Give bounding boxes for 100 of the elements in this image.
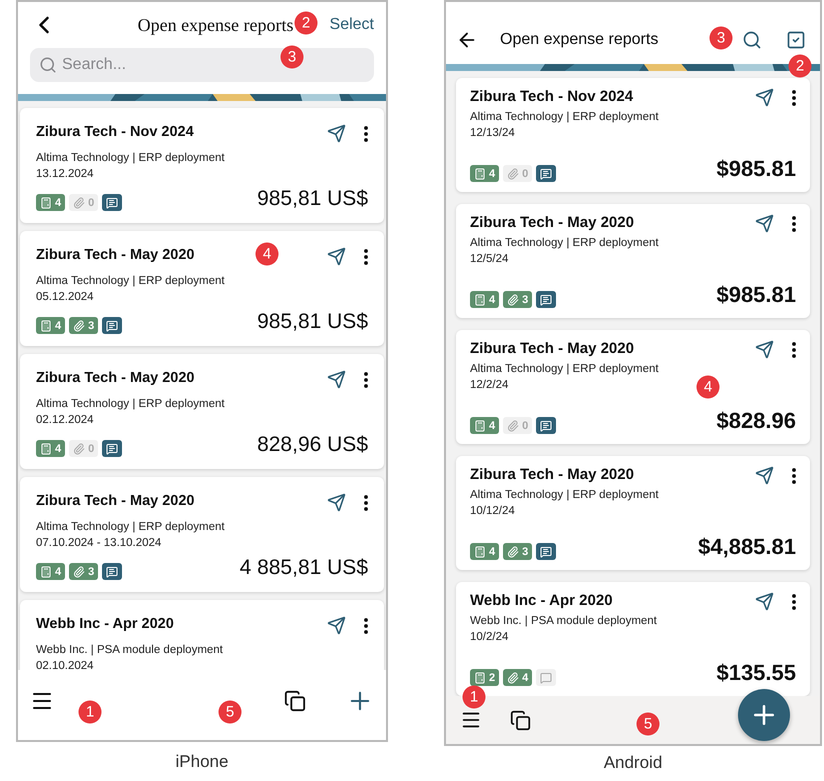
attachment-count: 3: [522, 546, 528, 558]
report-subtitle: Altima Technology | ERP deployment: [470, 362, 659, 377]
receipt-count: 4: [489, 420, 496, 432]
comment-icon: [540, 294, 552, 306]
more-button[interactable]: [792, 342, 796, 358]
receipt-count: 4: [55, 196, 62, 208]
report-subtitle: Altima Technology | ERP deployment: [36, 151, 225, 166]
attachment-count: 0: [522, 420, 528, 432]
report-title: Webb Inc - Apr 2020: [470, 592, 614, 609]
report-amount: $135.55: [716, 660, 796, 686]
calculator-icon: [474, 546, 486, 558]
device-caption: iPhone: [176, 752, 228, 772]
report-subtitle: Altima Technology | ERP deployment: [470, 110, 659, 125]
screen-title: Open expense reports: [500, 31, 658, 49]
more-icon: [364, 372, 368, 388]
calculator-icon: [40, 442, 52, 454]
attachment-count: 0: [88, 442, 94, 454]
report-subtitle: Webb Inc. | PSA module deployment: [36, 643, 223, 658]
paperclip-icon: [73, 196, 86, 208]
report-date: 12/2/24: [470, 378, 508, 393]
report-card[interactable]: Zibura Tech - Nov 2024 Altima Technology | ERP deployment 13.12.2024 4 0 985,81 US$: [20, 108, 384, 223]
callout-marker: 3: [710, 26, 732, 50]
more-button[interactable]: [364, 618, 368, 634]
device-caption: Android: [604, 753, 662, 773]
more-button[interactable]: [364, 126, 368, 142]
select-button[interactable]: Select: [330, 16, 374, 34]
more-button[interactable]: [792, 216, 796, 232]
report-title: Webb Inc - Apr 2020: [36, 616, 175, 632]
receipt-count: 4: [55, 566, 62, 578]
calculator-icon: [40, 320, 52, 332]
comment-icon: [106, 566, 118, 578]
search-button[interactable]: [742, 30, 762, 50]
more-icon: [364, 618, 368, 634]
send-button[interactable]: [755, 466, 774, 485]
search-icon: [39, 56, 57, 74]
report-date: 13.12.2024: [36, 167, 94, 182]
select-button[interactable]: [786, 30, 806, 50]
report-amount: $4,885.81: [698, 534, 796, 560]
report-card[interactable]: Zibura Tech - Nov 2024 Altima Technology | ERP deployment 12/13/24 4 0 $985.81: [456, 78, 810, 192]
send-button[interactable]: [755, 340, 774, 359]
report-card[interactable]: Zibura Tech - May 2020 Altima Technology | ERP deployment 07.10.2024 - 13.10.2024 4 3 4 885,81 US$: [20, 477, 384, 592]
more-button[interactable]: [364, 248, 368, 264]
calculator-icon: [474, 294, 486, 306]
more-button[interactable]: [364, 372, 368, 388]
paperclip-icon: [507, 168, 520, 180]
receipt-count: 4: [55, 442, 62, 454]
copy-button[interactable]: [510, 710, 531, 730]
callout-marker: 2: [294, 12, 318, 34]
report-title: Zibura Tech - Nov 2024: [36, 124, 195, 140]
report-date: 07.10.2024 - 13.10.2024: [36, 536, 162, 551]
more-icon: [792, 468, 796, 484]
paperclip-icon: [507, 672, 520, 684]
report-amount: $985.81: [716, 282, 796, 308]
send-button[interactable]: [327, 124, 346, 143]
report-date: 12/5/24: [470, 252, 508, 267]
report-subtitle: Altima Technology | ERP deployment: [470, 488, 659, 503]
report-amount: 828,96 US$: [257, 433, 368, 457]
send-button[interactable]: [755, 88, 774, 107]
more-icon: [792, 90, 796, 106]
report-card[interactable]: Zibura Tech - May 2020 Altima Technology | ERP deployment 12/5/24 4 3 $985.81: [456, 204, 810, 318]
comment-icon: [106, 196, 118, 208]
send-button[interactable]: [755, 214, 774, 233]
report-subtitle: Altima Technology | ERP deployment: [470, 236, 659, 251]
callout-marker: 2: [788, 54, 812, 78]
report-subtitle: Webb Inc. | PSA module deployment: [470, 614, 657, 629]
report-card[interactable]: Webb Inc - Apr 2020 Webb Inc. | PSA module deployment 02.10.2024: [20, 600, 384, 670]
send-button[interactable]: [327, 616, 346, 635]
send-button[interactable]: [755, 592, 774, 611]
more-icon: [792, 594, 796, 610]
send-button[interactable]: [327, 247, 346, 266]
receipt-count: 4: [489, 168, 496, 180]
paperclip-icon: [507, 294, 520, 306]
more-icon: [792, 216, 796, 232]
report-date: 02.12.2024: [36, 413, 94, 428]
report-subtitle: Altima Technology | ERP deployment: [36, 397, 225, 412]
receipt-count: 4: [489, 546, 496, 558]
report-subtitle: Altima Technology | ERP deployment: [36, 274, 225, 289]
more-button[interactable]: [792, 90, 796, 106]
report-card[interactable]: Zibura Tech - May 2020 Altima Technology | ERP deployment 02.12.2024 4 0 828,96 US$: [20, 354, 384, 469]
attachment-count: 3: [522, 294, 528, 306]
report-title: Zibura Tech - May 2020: [470, 466, 635, 483]
more-icon: [364, 494, 368, 510]
calculator-icon: [474, 168, 486, 180]
more-button[interactable]: [792, 594, 796, 610]
attachment-count: 3: [88, 320, 94, 332]
receipt-count: 2: [489, 672, 496, 684]
report-title: Zibura Tech - May 2020: [470, 340, 635, 357]
more-button[interactable]: [364, 494, 368, 510]
paperclip-icon: [507, 546, 520, 558]
report-amount: 4 885,81 US$: [240, 556, 368, 580]
report-title: Zibura Tech - May 2020: [36, 247, 196, 263]
comment-icon: [540, 546, 552, 558]
send-button[interactable]: [327, 370, 346, 389]
paperclip-icon: [73, 320, 86, 332]
report-subtitle: Altima Technology | ERP deployment: [36, 520, 225, 535]
report-card[interactable]: Zibura Tech - May 2020 Altima Technology | ERP deployment 10/12/24 4 3 $4,885.81: [456, 456, 810, 570]
copy-button[interactable]: [284, 690, 306, 712]
more-button[interactable]: [792, 468, 796, 484]
attachment-count: 3: [88, 566, 94, 578]
send-button[interactable]: [327, 493, 346, 512]
